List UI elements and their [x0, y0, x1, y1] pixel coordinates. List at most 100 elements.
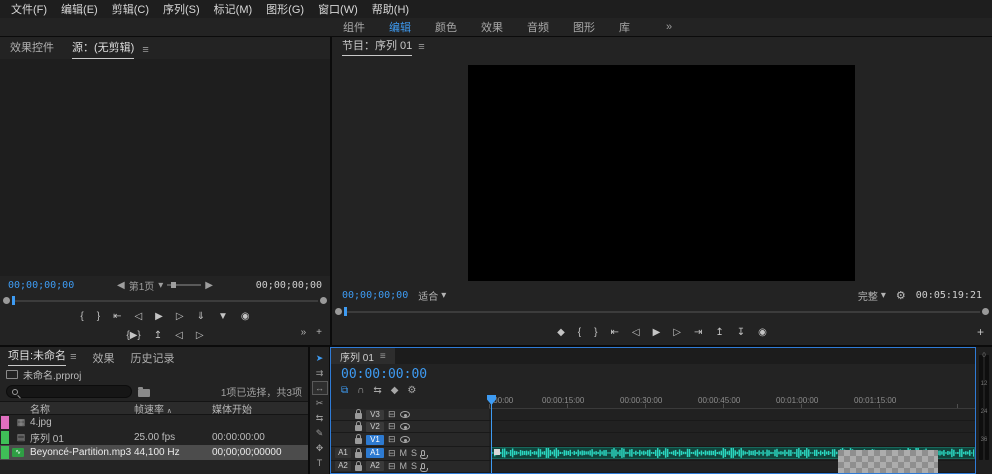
- tab-effect-controls[interactable]: 效果控件: [10, 39, 54, 59]
- track-target-button[interactable]: A1: [366, 448, 384, 458]
- timeline-current-timecode[interactable]: 00:00:00:00: [341, 367, 427, 382]
- source-patch[interactable]: [335, 410, 351, 420]
- panel-menu-icon[interactable]: ≡: [418, 41, 424, 56]
- label-color-chip[interactable]: [1, 416, 9, 429]
- settings-wrench-icon[interactable]: ⚙: [896, 289, 906, 302]
- chevron-down-icon[interactable]: ▾: [158, 280, 163, 291]
- sync-lock-icon[interactable]: ⊟: [388, 421, 396, 432]
- column-name[interactable]: 名称: [30, 401, 134, 416]
- scrubber-track[interactable]: [344, 311, 980, 313]
- track-header[interactable]: V2 ⊟: [331, 421, 489, 433]
- extract-button[interactable]: ↧: [737, 327, 745, 338]
- menu-item-clip[interactable]: 剪辑(C): [105, 1, 156, 17]
- lock-icon[interactable]: [355, 452, 362, 458]
- workspace-tab-assembly[interactable]: 组件: [343, 19, 365, 35]
- voiceover-mic-icon[interactable]: [421, 463, 425, 469]
- track-header[interactable]: V3 ⊟: [331, 409, 489, 421]
- track-target-button[interactable]: V2: [366, 422, 384, 432]
- sync-lock-icon[interactable]: ⊟: [388, 448, 396, 459]
- lock-icon[interactable]: [355, 413, 362, 419]
- lock-icon[interactable]: [355, 425, 362, 431]
- track-target-button[interactable]: V3: [366, 410, 384, 420]
- voiceover-mic-icon[interactable]: [421, 450, 425, 456]
- timeline-settings-icon[interactable]: ⚙: [407, 385, 416, 396]
- mark-in-button[interactable]: {: [80, 311, 83, 322]
- overwrite-button[interactable]: ▼: [218, 311, 228, 322]
- nest-toggle-icon[interactable]: ⧉: [341, 385, 348, 396]
- column-media-start[interactable]: 媒体开始: [212, 401, 308, 416]
- lock-icon[interactable]: [355, 465, 362, 471]
- mark-out-button[interactable]: }: [97, 311, 100, 322]
- eye-icon[interactable]: [400, 411, 410, 418]
- program-playhead[interactable]: [344, 307, 347, 316]
- workspace-tab-color[interactable]: 颜色: [435, 19, 457, 35]
- sync-lock-icon[interactable]: ⊟: [388, 434, 396, 445]
- button-editor-plus-icon[interactable]: +: [316, 327, 322, 338]
- page-slider[interactable]: [167, 284, 201, 286]
- go-to-in-button[interactable]: ⇤: [113, 311, 121, 322]
- search-input[interactable]: [22, 387, 122, 397]
- source-playhead[interactable]: [12, 296, 15, 305]
- zoom-handle-left[interactable]: [3, 297, 10, 304]
- track-header[interactable]: A1 A1 ⊟ M S: [331, 447, 489, 461]
- track-header[interactable]: A2 A2 ⊟ M S: [331, 461, 489, 473]
- workspace-tab-graphics[interactable]: 图形: [573, 19, 595, 35]
- menu-item-graphics[interactable]: 图形(G): [259, 1, 311, 17]
- hand-tool[interactable]: ✥: [312, 441, 328, 455]
- lock-icon[interactable]: [355, 438, 362, 444]
- source-patch[interactable]: [335, 435, 351, 445]
- mute-button[interactable]: M: [400, 448, 408, 458]
- playback-resolution-select[interactable]: 完整 ▾: [858, 288, 886, 303]
- sync-lock-icon[interactable]: ⊟: [388, 461, 396, 472]
- ripple-edit-tool[interactable]: ↔: [312, 381, 328, 395]
- project-row-sequence[interactable]: ▤ 序列 01 25.00 fps 00:00:00:00: [0, 430, 308, 445]
- lift-button[interactable]: ↥: [715, 327, 723, 338]
- project-row-image[interactable]: ▦ 4.jpg: [0, 415, 308, 430]
- go-to-in-button[interactable]: ⇤: [610, 327, 618, 338]
- track-select-tool[interactable]: ⇉: [312, 366, 328, 380]
- new-bin-icon[interactable]: [138, 389, 150, 397]
- slip-tool[interactable]: ⇆: [312, 411, 328, 425]
- panel-menu-icon[interactable]: ≡: [142, 44, 148, 59]
- mark-in-button[interactable]: {: [578, 327, 581, 338]
- tab-program-monitor[interactable]: 节目：序列 01: [342, 37, 412, 56]
- track-header[interactable]: V1 ⊟: [331, 433, 489, 447]
- linked-selection-icon[interactable]: ⇆: [373, 385, 381, 396]
- track-lane[interactable]: [489, 421, 975, 433]
- mark-out-button[interactable]: }: [594, 327, 597, 338]
- tab-source-monitor[interactable]: 源：(无剪辑): [72, 39, 134, 59]
- menu-item-marker[interactable]: 标记(M): [207, 1, 260, 17]
- workspace-tab-libraries[interactable]: 库: [619, 19, 630, 35]
- add-marker-button[interactable]: ◆: [557, 327, 565, 338]
- sync-lock-icon[interactable]: ⊟: [388, 409, 396, 420]
- prev-page-icon[interactable]: ◀: [117, 280, 125, 291]
- export-frame-button[interactable]: ◉: [758, 327, 767, 338]
- menu-item-file[interactable]: 文件(F): [4, 1, 54, 17]
- timeline-ruler[interactable]: :00:00 00:00:15:00 00:00:30:00 00:00:45:…: [489, 395, 975, 409]
- zoom-handle-left[interactable]: [335, 308, 342, 315]
- project-row-audio[interactable]: ∿ Beyoncé-Partition.mp3 44,100 Hz 00;00;…: [0, 445, 308, 460]
- eye-icon[interactable]: [400, 436, 410, 443]
- menu-item-window[interactable]: 窗口(W): [311, 1, 365, 17]
- scrubber-track[interactable]: [12, 300, 318, 302]
- zoom-handle-right[interactable]: [320, 297, 327, 304]
- workspace-tab-effects[interactable]: 效果: [481, 19, 503, 35]
- more-buttons-icon[interactable]: »: [301, 327, 307, 338]
- track-lane[interactable]: [489, 433, 975, 447]
- source-patch[interactable]: A1: [335, 448, 351, 458]
- track-lane[interactable]: [489, 409, 975, 421]
- type-tool[interactable]: T: [312, 456, 328, 470]
- menu-item-sequence[interactable]: 序列(S): [156, 1, 207, 17]
- panel-menu-icon[interactable]: ≡: [70, 351, 76, 366]
- tab-effects[interactable]: 效果: [92, 350, 114, 366]
- razor-tool[interactable]: ✂: [312, 396, 328, 410]
- step-forward-button[interactable]: ▷: [176, 311, 184, 322]
- program-scrubber[interactable]: [332, 305, 992, 319]
- tab-project[interactable]: 项目:未命名: [8, 347, 66, 366]
- play-button[interactable]: ▶: [653, 327, 661, 338]
- solo-button[interactable]: S: [411, 448, 417, 458]
- tab-sequence-01[interactable]: 序列 01 ≡: [331, 348, 395, 364]
- panel-menu-icon[interactable]: ≡: [380, 351, 386, 362]
- timeline-playhead[interactable]: [491, 395, 492, 473]
- next-page-icon[interactable]: ▶: [205, 280, 213, 291]
